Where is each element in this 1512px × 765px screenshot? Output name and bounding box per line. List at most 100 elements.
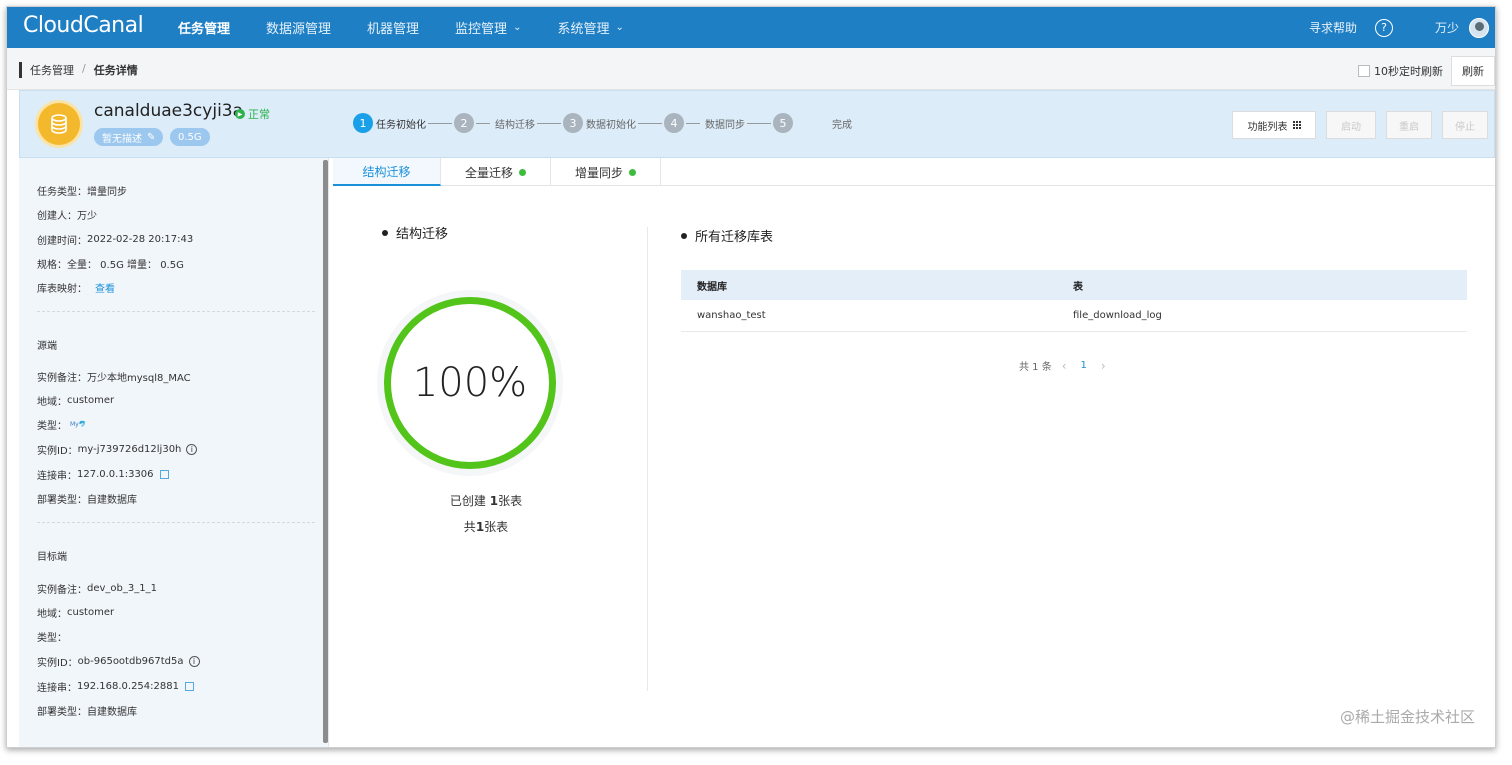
breadcrumb: 任务管理 / 任务详情: [19, 62, 146, 78]
chevron-down-icon: ⌄: [513, 22, 522, 33]
created-tables-text: 已创建 1张表: [449, 494, 523, 508]
structure-section-title: 结构迁移: [382, 223, 448, 242]
info-task-type: 任务类型： 增量同步: [37, 187, 127, 198]
nav-item-datasources[interactable]: 数据源管理: [266, 18, 331, 37]
nav-item-machines[interactable]: 机器管理: [367, 18, 419, 37]
copy-icon[interactable]: [159, 470, 169, 479]
prev-page-icon[interactable]: ‹: [1062, 359, 1067, 373]
task-name: canalduae3cyji3a: [94, 101, 244, 121]
total-tables-text: 共1张表: [463, 520, 509, 534]
tab-structure[interactable]: 结构迁移: [333, 158, 441, 186]
step-connector: [747, 122, 771, 124]
start-button[interactable]: 启动: [1326, 111, 1376, 139]
info-icon[interactable]: i: [186, 444, 198, 455]
source-instance-id: 实例ID： my-j739726d12lj30h i: [37, 442, 198, 457]
nav-item-tasks[interactable]: 任务管理: [178, 18, 230, 37]
auto-refresh-checkbox[interactable]: [1358, 65, 1370, 77]
target-title: 目标端: [37, 552, 67, 563]
target-instance-id: 实例ID： ob-965ootdb967td5a i: [37, 654, 200, 669]
task-steps: 1 任务初始化 2 结构迁移 3 数据初始化 4 数据同步 5 完成: [353, 113, 852, 133]
divider: [37, 311, 315, 312]
divider: [37, 522, 315, 523]
database-icon: [38, 103, 80, 145]
info-creator: 创建人： 万少: [37, 211, 97, 222]
status-badge: ▶ 正常: [235, 106, 270, 122]
auto-refresh-label[interactable]: 10秒定时刷新: [1374, 63, 1443, 79]
description-tag[interactable]: 暂无描述 ✎: [94, 128, 164, 146]
size-tag: 0.5G: [170, 128, 210, 146]
step-connector: [428, 122, 452, 124]
status-dot: [519, 168, 526, 176]
info-spec: 规格： 全量： 0.5G 增量： 0.5G: [37, 260, 184, 271]
source-connection: 连接串： 127.0.0.1:3306: [37, 467, 169, 482]
view-mapping-link[interactable]: 查看: [95, 280, 115, 295]
divider: [647, 227, 648, 691]
nav-item-system[interactable]: 系统管理 ⌄: [557, 18, 623, 37]
breadcrumb-tasks[interactable]: 任务管理: [30, 62, 74, 78]
username[interactable]: 万少: [1435, 19, 1459, 36]
step-connector: [686, 122, 700, 124]
breadcrumb-bar: 任务管理 / 任务详情 10秒定时刷新 刷新: [7, 48, 1495, 90]
question-icon[interactable]: ?: [1374, 18, 1393, 37]
restart-button[interactable]: 重启: [1386, 111, 1432, 139]
tab-incremental-sync[interactable]: 增量同步: [551, 158, 661, 186]
target-deploy-type: 部署类型： 自建数据库: [37, 707, 137, 718]
source-title: 源端: [37, 341, 57, 352]
nav-right: 寻求帮助 ? 万少: [1309, 7, 1495, 48]
pagination-total: 共 1 条: [1019, 362, 1052, 373]
breadcrumb-separator: /: [82, 62, 86, 75]
step-1-circle: 1: [353, 113, 373, 133]
tab-full-migration[interactable]: 全量迁移: [441, 158, 551, 186]
app-logo[interactable]: CloudCanal: [23, 13, 144, 38]
source-remark: 实例备注： 万少本地mysql8_MAC: [37, 373, 191, 384]
grid-icon: [1292, 121, 1301, 129]
target-region: 地域： customer: [37, 607, 115, 620]
progress-circle: 100%: [377, 290, 563, 476]
migration-tabs: 结构迁移 全量迁移 增量同步: [333, 158, 1495, 186]
source-region: 地域： customer: [37, 395, 115, 408]
migrated-tables-title: 所有迁移库表: [681, 226, 773, 245]
avatar[interactable]: [1469, 17, 1489, 38]
refresh-controls: 10秒定时刷新 刷新: [1358, 56, 1495, 86]
task-actions: 功能列表 启动 重启 停止: [1222, 111, 1488, 139]
task-header: canalduae3cyji3a ▶ 正常 暂无描述 ✎ 0.5G 1 任务初始化…: [19, 90, 1495, 158]
refresh-button[interactable]: 刷新: [1451, 56, 1495, 86]
main-nav: 任务管理 数据源管理 机器管理 监控管理 ⌄ 系统管理 ⌄: [178, 7, 660, 48]
info-mapping: 库表映射： 查看: [37, 280, 115, 295]
progress-value: 100%: [412, 360, 528, 406]
step-connector: [638, 122, 662, 124]
step-3-circle: 3: [563, 113, 583, 133]
step-4-label: 数据同步: [705, 119, 745, 131]
info-icon[interactable]: i: [188, 656, 200, 667]
task-info-panel: 任务类型： 增量同步 创建人： 万少 创建时间： 2022-02-28 20:17:4…: [19, 158, 329, 747]
source-deploy-type: 部署类型： 自建数据库: [37, 495, 137, 506]
step-connector: [476, 122, 490, 124]
migrated-tables-table: 数据库 表 wanshao_test file_download_log: [681, 270, 1467, 332]
status-dot: [629, 168, 636, 176]
stop-button[interactable]: 停止: [1442, 111, 1488, 139]
target-type: 类型：: [37, 633, 67, 644]
step-2-circle: 2: [454, 113, 474, 133]
step-4-circle: 4: [664, 113, 684, 133]
copy-icon[interactable]: [184, 682, 194, 691]
left-panel-scrollbar[interactable]: [323, 160, 328, 743]
info-created-time: 创建时间： 2022-02-28 20:17:43: [37, 234, 194, 247]
table-header: 数据库 表: [681, 270, 1467, 300]
function-list-button[interactable]: 功能列表: [1232, 111, 1316, 139]
next-page-icon[interactable]: ›: [1101, 359, 1106, 373]
breadcrumb-current: 任务详情: [93, 64, 138, 77]
column-header-table: 表: [1073, 281, 1083, 293]
pagination: 共 1 条 ‹ 1 ›: [1019, 358, 1116, 374]
step-2-label: 结构迁移: [495, 119, 535, 131]
mysql-icon: My🐬: [70, 421, 87, 428]
table-row: wanshao_test file_download_log: [681, 300, 1467, 332]
step-5-label: 完成: [832, 119, 852, 131]
column-header-database: 数据库: [697, 281, 727, 293]
nav-item-monitoring[interactable]: 监控管理 ⌄: [455, 18, 521, 37]
help-link[interactable]: 寻求帮助: [1309, 19, 1357, 36]
top-navbar: CloudCanal 任务管理 数据源管理 机器管理 监控管理 ⌄ 系统管理 ⌄ 寻…: [7, 7, 1495, 48]
source-type: 类型： My🐬: [37, 421, 87, 432]
page-number[interactable]: 1: [1081, 360, 1087, 371]
step-5-circle: 5: [773, 113, 793, 133]
chevron-down-icon: ⌄: [615, 22, 624, 33]
